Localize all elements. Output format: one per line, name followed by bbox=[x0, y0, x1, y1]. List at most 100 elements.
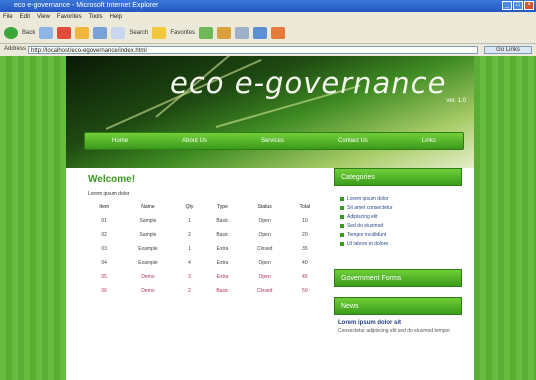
sidebar-link-label[interactable]: Ut labore et dolore bbox=[347, 241, 388, 247]
main-navigation: Home About Us Services Contact Us Links bbox=[84, 132, 464, 150]
sidebar: Categories Lorem ipsum dolor Sit amet co… bbox=[334, 168, 462, 334]
table-row: 06 Demo 2 Basic Closed 50 bbox=[88, 284, 322, 298]
minimize-button[interactable]: _ bbox=[502, 1, 512, 10]
sidebar-link-label[interactable]: Sed do eiusmod bbox=[347, 223, 383, 229]
address-label: Address bbox=[4, 46, 27, 52]
category-links: Lorem ipsum dolor Sit amet consectetur A… bbox=[340, 196, 462, 247]
table-cell: Example bbox=[138, 246, 158, 252]
window-title: eco e-governance - Microsoft Internet Ex… bbox=[14, 2, 159, 9]
forward-icon[interactable] bbox=[39, 27, 54, 39]
table-cell: Open bbox=[258, 260, 271, 266]
sidebar-link[interactable]: Lorem ipsum dolor bbox=[340, 196, 462, 202]
header-banner: eco e-governance ver. 1.0 Home About Us … bbox=[66, 56, 474, 168]
government-forms-box-title[interactable]: Government Forms bbox=[334, 269, 462, 287]
table-cell: Sample bbox=[139, 232, 157, 238]
maximize-button[interactable]: □ bbox=[513, 1, 523, 10]
table-cell: Extra bbox=[216, 246, 229, 252]
column-header: Total bbox=[299, 204, 311, 210]
categories-box-title: Categories bbox=[334, 168, 462, 186]
close-button[interactable]: × bbox=[524, 1, 534, 10]
table-row: 02 Sample 2 Basic Open 20 bbox=[88, 228, 322, 242]
go-button[interactable]: Go Links bbox=[484, 46, 532, 54]
sidebar-link[interactable]: Tempor incididunt bbox=[340, 232, 462, 238]
table-cell: Example bbox=[138, 260, 158, 266]
sidebar-link-label[interactable]: Tempor incididunt bbox=[347, 232, 386, 238]
sidebar-link[interactable]: Sed do eiusmod bbox=[340, 223, 462, 229]
table-cell: 01 bbox=[101, 218, 107, 224]
nav-item-services[interactable]: Services bbox=[261, 138, 284, 144]
table-cell: 1 bbox=[188, 246, 191, 252]
nav-item-home[interactable]: Home bbox=[112, 138, 128, 144]
bullet-icon bbox=[340, 224, 344, 228]
news-text: Consectetur adipiscing elit sed do eiusm… bbox=[338, 328, 451, 334]
mail-icon[interactable] bbox=[217, 27, 232, 39]
web-page: eco e-governance ver. 1.0 Home About Us … bbox=[66, 56, 474, 380]
table-cell: Closed bbox=[256, 246, 273, 252]
search-icon[interactable] bbox=[111, 27, 126, 39]
history-icon[interactable] bbox=[199, 27, 214, 39]
nav-item-links[interactable]: Links bbox=[422, 138, 436, 144]
news-item[interactable]: Lorem ipsum dolor sit Consectetur adipis… bbox=[338, 320, 462, 334]
menu-help[interactable]: Help bbox=[110, 12, 122, 23]
table-cell: Open bbox=[258, 232, 271, 238]
messenger-icon[interactable] bbox=[271, 27, 286, 39]
bullet-icon bbox=[340, 233, 344, 237]
sidebar-link[interactable]: Sit amet consectetur bbox=[340, 205, 462, 211]
sidebar-link[interactable]: Ut labore et dolore bbox=[340, 241, 462, 247]
news-title[interactable]: Lorem ipsum dolor sit bbox=[338, 320, 462, 326]
table-cell: 10 bbox=[302, 218, 308, 224]
back-icon[interactable] bbox=[4, 27, 18, 39]
back-label[interactable]: Back bbox=[22, 30, 35, 36]
sidebar-link[interactable]: Adipiscing elit bbox=[340, 214, 462, 220]
refresh-icon[interactable] bbox=[75, 27, 90, 39]
table-cell: 03 bbox=[101, 246, 107, 252]
table-cell: Basic bbox=[216, 288, 229, 294]
search-label[interactable]: Search bbox=[129, 30, 148, 36]
site-tagline: ver. 1.0 bbox=[446, 98, 466, 104]
table-cell: Basic bbox=[216, 218, 229, 224]
main-content: Welcome! Lorem ipsum dolor Item Name Qty… bbox=[88, 174, 322, 298]
table-cell: Extra bbox=[216, 260, 229, 266]
table-cell: 4 bbox=[188, 260, 191, 266]
table-cell: 02 bbox=[101, 232, 107, 238]
home-icon[interactable] bbox=[93, 27, 108, 39]
menu-favorites[interactable]: Favorites bbox=[57, 12, 82, 23]
table-cell: 2 bbox=[188, 232, 191, 238]
sidebar-link-label[interactable]: Adipiscing elit bbox=[347, 214, 378, 220]
table-cell: Extra bbox=[216, 274, 229, 280]
sidebar-link-label[interactable]: Sit amet consectetur bbox=[347, 205, 393, 211]
bullet-icon bbox=[340, 242, 344, 246]
table-cell: Demo bbox=[141, 288, 155, 294]
menu-bar: File Edit View Favorites Tools Help bbox=[0, 12, 536, 23]
column-header: Qty bbox=[185, 204, 194, 210]
menu-edit[interactable]: Edit bbox=[20, 12, 30, 23]
table-cell: Demo bbox=[141, 274, 155, 280]
stop-icon[interactable] bbox=[57, 27, 72, 39]
print-icon[interactable] bbox=[235, 27, 250, 39]
welcome-heading: Welcome! bbox=[88, 174, 136, 185]
column-header: Name bbox=[141, 204, 155, 210]
table-row: 04 Example 4 Extra Open 40 bbox=[88, 256, 322, 270]
table-header-row: Item Name Qty Type Status Total bbox=[88, 200, 322, 214]
table-cell: Open bbox=[258, 274, 271, 280]
menu-tools[interactable]: Tools bbox=[89, 12, 103, 23]
favorites-label[interactable]: Favorites bbox=[170, 30, 195, 36]
sidebar-link-label[interactable]: Lorem ipsum dolor bbox=[347, 196, 388, 202]
column-header: Type bbox=[217, 204, 228, 210]
table-cell: 40 bbox=[302, 260, 308, 266]
nav-item-about[interactable]: About Us bbox=[182, 138, 207, 144]
window-titlebar: eco e-governance - Microsoft Internet Ex… bbox=[0, 0, 536, 12]
bullet-icon bbox=[340, 197, 344, 201]
table-row: 01 Sample 1 Basic Open 10 bbox=[88, 214, 322, 228]
table-cell: 05 bbox=[101, 274, 107, 280]
menu-view[interactable]: View bbox=[37, 12, 50, 23]
bullet-icon bbox=[340, 215, 344, 219]
favorites-icon[interactable] bbox=[152, 27, 167, 39]
intro-text: Lorem ipsum dolor bbox=[88, 191, 130, 197]
address-input[interactable]: http://localhost/eco-egovernance/index.h… bbox=[28, 46, 478, 54]
content-table: Item Name Qty Type Status Total 01 Sampl… bbox=[88, 200, 322, 298]
bullet-icon bbox=[340, 206, 344, 210]
nav-item-contact[interactable]: Contact Us bbox=[338, 138, 368, 144]
edit-icon[interactable] bbox=[253, 27, 268, 39]
menu-file[interactable]: File bbox=[3, 12, 13, 23]
